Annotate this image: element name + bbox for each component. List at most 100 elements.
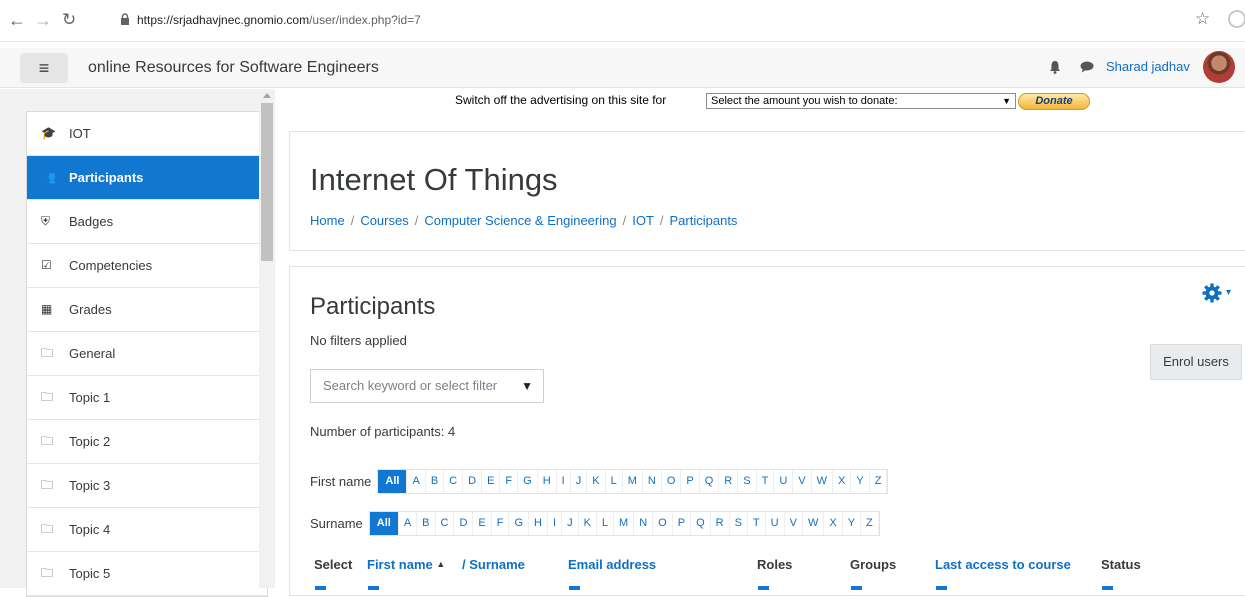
sidebar-item-general[interactable]: 🗀 General <box>27 332 267 376</box>
avatar[interactable] <box>1203 51 1235 83</box>
first-name-letter-filter[interactable]: R <box>719 470 739 493</box>
first-name-letter-filter[interactable]: G <box>518 470 538 493</box>
first-name-letter-filter[interactable]: F <box>500 470 519 493</box>
scrollbar-thumb[interactable] <box>261 103 273 261</box>
back-arrow-icon[interactable]: ← <box>8 10 26 30</box>
first-name-letter-filter[interactable]: L <box>606 470 623 493</box>
surname-letter-filter[interactable]: N <box>634 512 654 535</box>
col-surname[interactable]: / Surname <box>462 557 525 572</box>
sidebar-item-competencies[interactable]: ☑ Competencies <box>27 244 267 288</box>
first-name-letter-filter[interactable]: N <box>643 470 662 493</box>
breadcrumb-link[interactable]: IOT <box>632 213 654 228</box>
column-toggle-icon[interactable] <box>851 586 862 590</box>
surname-letter-filter[interactable]: W <box>803 512 825 535</box>
dropdown-arrow-icon[interactable]: ▼ <box>521 370 533 402</box>
surname-letter-filter[interactable]: O <box>653 512 673 535</box>
surname-letter-filter[interactable]: F <box>492 512 510 535</box>
sidebar-item-topic-1[interactable]: 🗀 Topic 1 <box>27 376 267 420</box>
donate-button[interactable]: Donate <box>1018 93 1090 110</box>
sidebar-item-topic-5[interactable]: 🗀 Topic 5 <box>27 552 267 596</box>
first-name-letter-filter[interactable]: E <box>482 470 501 493</box>
first-name-letter-filter[interactable]: I <box>557 470 571 493</box>
caret-down-icon[interactable]: ▾ <box>1226 287 1231 298</box>
first-name-letter-filter[interactable]: Q <box>700 470 720 493</box>
first-name-letter-filter[interactable]: O <box>662 470 682 493</box>
donation-amount-select[interactable]: Select the amount you wish to donate: ▼ <box>706 93 1016 109</box>
surname-letter-filter[interactable]: T <box>748 512 766 535</box>
surname-letter-filter[interactable]: Q <box>691 512 711 535</box>
surname-letter-filter[interactable]: L <box>597 512 615 535</box>
forward-arrow-icon[interactable]: → <box>34 10 52 30</box>
breadcrumb-link[interactable]: Participants <box>670 213 738 228</box>
surname-letter-filter[interactable]: E <box>473 512 492 535</box>
enrol-users-button[interactable]: Enrol users <box>1150 344 1242 380</box>
first-name-letter-filter[interactable]: S <box>738 470 757 493</box>
first-name-letter-filter[interactable]: M <box>623 470 643 493</box>
col-first-name[interactable]: First name ▲ <box>367 557 445 572</box>
surname-letter-filter[interactable]: M <box>614 512 635 535</box>
sidebar-item-grades[interactable]: ▦ Grades <box>27 288 267 332</box>
first-name-letter-filter[interactable]: H <box>538 470 557 493</box>
surname-letter-filter[interactable]: S <box>730 512 748 535</box>
scroll-up-arrow-icon[interactable] <box>263 93 271 98</box>
surname-letter-filter[interactable]: P <box>673 512 692 535</box>
first-name-letter-filter[interactable]: A <box>407 470 426 493</box>
first-name-letter-filter[interactable]: T <box>757 470 775 493</box>
surname-letter-filter[interactable]: R <box>711 512 730 535</box>
sidebar-item-iot[interactable]: 🎓 IOT <box>27 112 267 156</box>
surname-letter-filter[interactable]: V <box>785 512 803 535</box>
reload-icon[interactable]: ↻ <box>62 10 76 30</box>
first-name-letter-filter[interactable]: K <box>587 470 606 493</box>
breadcrumb-link[interactable]: Computer Science & Engineering <box>424 213 616 228</box>
first-name-letter-filter[interactable]: C <box>444 470 464 493</box>
surname-letter-filter[interactable]: X <box>824 512 843 535</box>
first-name-all-filter[interactable]: All <box>378 470 408 493</box>
gear-icon[interactable] <box>1202 283 1222 303</box>
sidebar-item-topic-3[interactable]: 🗀 Topic 3 <box>27 464 267 508</box>
hamburger-icon[interactable]: ≡ <box>20 53 68 83</box>
col-email[interactable]: Email address <box>568 557 656 572</box>
user-menu-name[interactable]: Sharad jadhav <box>1106 59 1190 74</box>
surname-letter-filter[interactable]: G <box>509 512 530 535</box>
sidebar-item-badges[interactable]: ⛨ Badges <box>27 200 267 244</box>
surname-letter-filter[interactable]: Z <box>861 512 879 535</box>
surname-letter-filter[interactable]: B <box>417 512 436 535</box>
first-name-letter-filter[interactable]: X <box>833 470 852 493</box>
surname-letter-filter[interactable]: I <box>548 512 563 535</box>
bookmark-star-icon[interactable]: ☆ <box>1195 9 1210 29</box>
extension-icon[interactable] <box>1228 10 1245 28</box>
first-name-letter-filter[interactable]: D <box>463 470 483 493</box>
surname-letter-filter[interactable]: J <box>562 512 579 535</box>
surname-letter-filter[interactable]: A <box>399 512 418 535</box>
sidebar-item-participants[interactable]: 👥 Participants <box>27 156 267 200</box>
column-toggle-icon[interactable] <box>368 586 379 590</box>
surname-letter-filter[interactable]: C <box>436 512 455 535</box>
column-toggle-icon[interactable] <box>1102 586 1113 590</box>
surname-letter-filter[interactable]: Y <box>843 512 862 535</box>
breadcrumb-link[interactable]: Courses <box>360 213 408 228</box>
first-name-letter-filter[interactable]: J <box>571 470 588 493</box>
bell-icon[interactable] <box>1049 60 1061 74</box>
first-name-letter-filter[interactable]: W <box>812 470 833 493</box>
first-name-letter-filter[interactable]: U <box>774 470 794 493</box>
surname-letter-filter[interactable]: K <box>579 512 597 535</box>
site-name[interactable]: online Resources for Software Engineers <box>88 59 379 77</box>
address-bar[interactable]: https://srjadhavjnec.gnomio.com/user/ind… <box>137 13 421 27</box>
surname-all-filter[interactable]: All <box>369 512 399 535</box>
surname-letter-filter[interactable]: H <box>529 512 548 535</box>
first-name-letter-filter[interactable]: P <box>681 470 700 493</box>
sidebar-scrollbar[interactable] <box>259 89 275 588</box>
surname-letter-filter[interactable]: U <box>766 512 785 535</box>
first-name-letter-filter[interactable]: Z <box>870 470 888 493</box>
column-toggle-icon[interactable] <box>758 586 769 590</box>
sidebar-item-topic-2[interactable]: 🗀 Topic 2 <box>27 420 267 464</box>
column-toggle-icon[interactable] <box>936 586 947 590</box>
breadcrumb-link[interactable]: Home <box>310 213 345 228</box>
sidebar-item-topic-4[interactable]: 🗀 Topic 4 <box>27 508 267 552</box>
col-last-access[interactable]: Last access to course <box>935 557 1071 572</box>
surname-letter-filter[interactable]: D <box>454 512 474 535</box>
first-name-letter-filter[interactable]: V <box>793 470 812 493</box>
first-name-letter-filter[interactable]: Y <box>851 470 870 493</box>
chat-icon[interactable] <box>1080 61 1094 73</box>
first-name-letter-filter[interactable]: B <box>426 470 445 493</box>
